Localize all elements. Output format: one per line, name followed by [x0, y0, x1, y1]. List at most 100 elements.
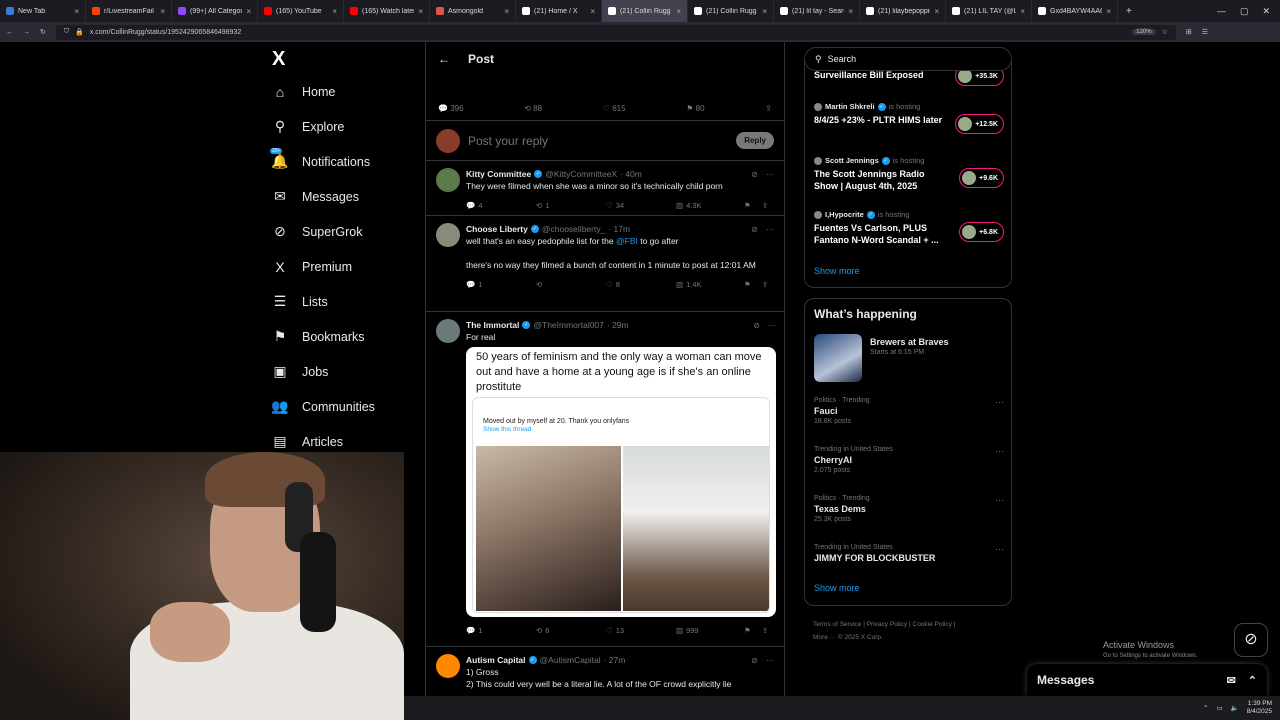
- browser-tab[interactable]: (21) Collin Rugg on X ×: [688, 0, 774, 22]
- avatar[interactable]: [436, 654, 460, 678]
- back-icon[interactable]: ←: [6, 29, 13, 36]
- close-tab-icon[interactable]: ×: [332, 7, 337, 16]
- browser-tab[interactable]: (21) Home / X ×: [516, 0, 602, 22]
- nav-item-jobs[interactable]: ▣ Jobs: [270, 354, 420, 389]
- trend-item[interactable]: Trending in United States CherryAI 2,075 p…: [814, 446, 1004, 474]
- nav-item-bookmarks[interactable]: ⚑ Bookmarks: [270, 319, 420, 354]
- grok-icon[interactable]: ⊘: [751, 170, 758, 179]
- forward-icon[interactable]: →: [23, 29, 30, 36]
- nav-item-explore[interactable]: ⚲ Explore: [270, 109, 420, 144]
- avatar[interactable]: [436, 223, 460, 247]
- share-icon[interactable]: ⇪: [765, 104, 772, 113]
- mention-link[interactable]: @FBI: [616, 236, 638, 246]
- browser-tab[interactable]: (165) YouTube ×: [258, 0, 344, 22]
- bookmark-icon[interactable]: ⚑: [744, 280, 762, 289]
- avatar[interactable]: [436, 168, 460, 192]
- extensions-icon[interactable]: ⊞: [1186, 28, 1192, 36]
- expand-icon[interactable]: ⌃: [1248, 674, 1257, 687]
- nav-item-notifications[interactable]: 🔔 Notifications 20+: [270, 144, 420, 179]
- avatar[interactable]: [436, 319, 460, 343]
- back-arrow-icon[interactable]: ←: [438, 52, 450, 66]
- grok-icon[interactable]: ⊘: [753, 321, 760, 330]
- show-more-link[interactable]: Show more: [814, 583, 860, 593]
- grok-icon[interactable]: ⊘: [751, 225, 758, 234]
- like-count[interactable]: ♡ 615: [603, 104, 626, 113]
- bookmark-count[interactable]: ⚑ 80: [686, 104, 704, 113]
- nav-item-premium[interactable]: X Premium: [270, 249, 420, 284]
- live-space-item[interactable]: Martin Shkreli ✓ is hosting 8/4/25 +23% - P…: [814, 102, 1004, 134]
- reply-count[interactable]: 💬 396: [438, 104, 464, 113]
- more-icon[interactable]: ···: [995, 446, 1004, 456]
- trend-item[interactable]: Politics · Trending Fauci 18.8K posts ···: [814, 397, 1004, 425]
- views-action[interactable]: ▥ 999: [676, 626, 744, 635]
- reply-button[interactable]: Reply: [736, 132, 774, 149]
- messages-drawer[interactable]: Messages ✉ ⌃: [1027, 664, 1267, 696]
- bookmark-icon[interactable]: ⚑: [744, 626, 762, 635]
- author-name[interactable]: Autism Capital: [466, 655, 526, 665]
- new-tab-icon[interactable]: +: [1118, 6, 1140, 17]
- nav-item-supergrok[interactable]: ⊘ SuperGrok: [270, 214, 420, 249]
- reply-tweet[interactable]: The Immortal ✓ @TheImmortal007 · 29m ⊘ ··…: [426, 312, 784, 647]
- repost-action[interactable]: ⟲ 1: [536, 201, 606, 210]
- nav-item-communities[interactable]: 👥 Communities: [270, 389, 420, 424]
- trend-item[interactable]: Politics · Trending Texas Dems 25.3K posts…: [814, 495, 1004, 523]
- more-icon[interactable]: ···: [768, 321, 776, 330]
- privacy-link[interactable]: Privacy Policy: [867, 621, 907, 628]
- close-icon[interactable]: ✕: [1262, 6, 1270, 17]
- browser-tab[interactable]: (21) lil tay - Search / X ×: [774, 0, 860, 22]
- close-tab-icon[interactable]: ×: [504, 7, 509, 16]
- reload-icon[interactable]: ↻: [40, 28, 46, 36]
- reply-action[interactable]: 💬 1: [466, 280, 536, 289]
- maximize-icon[interactable]: ▢: [1240, 6, 1249, 17]
- views-action[interactable]: ▥ 1.4K: [676, 280, 744, 289]
- author-handle[interactable]: @AutismCapital: [540, 655, 601, 665]
- share-icon[interactable]: ⇪: [762, 201, 768, 210]
- repost-action[interactable]: ⟲ 6: [536, 626, 606, 635]
- bookmark-icon[interactable]: ⚑: [744, 201, 762, 210]
- author-name[interactable]: Choose Liberty: [466, 224, 528, 234]
- nav-item-messages[interactable]: ✉ Messages: [270, 179, 420, 214]
- close-tab-icon[interactable]: ×: [160, 7, 165, 16]
- browser-tab[interactable]: (21) LIL TAY (@LilTayt ×: [946, 0, 1032, 22]
- like-action[interactable]: ♡ 8: [606, 280, 676, 289]
- nav-item-home[interactable]: ⌂ Home: [270, 74, 420, 109]
- like-action[interactable]: ♡ 13: [606, 626, 676, 635]
- browser-tab[interactable]: (21) lilaybepoppin - S×: [860, 0, 946, 22]
- views-action[interactable]: ▥ 4.3K: [676, 201, 744, 210]
- close-tab-icon[interactable]: ×: [246, 7, 251, 16]
- close-tab-icon[interactable]: ×: [676, 7, 681, 16]
- live-space-item[interactable]: Scott Jennings ✓ is hosting The Scott Jenni…: [814, 156, 1004, 192]
- author-handle[interactable]: @chooseliberty_: [542, 224, 605, 234]
- author-handle[interactable]: @TheImmortal007: [533, 320, 604, 330]
- author-handle[interactable]: @KittyCommitteeX: [545, 169, 617, 179]
- repost-action[interactable]: ⟲: [536, 280, 606, 289]
- reply-action[interactable]: 💬 1: [466, 626, 536, 635]
- reply-input[interactable]: Post your reply: [468, 134, 728, 148]
- browser-tab[interactable]: (21) Collin Rugg on X ×: [602, 0, 688, 22]
- star-icon[interactable]: ☆: [1162, 28, 1168, 36]
- share-icon[interactable]: ⇪: [762, 626, 768, 635]
- browser-tab[interactable]: (99+) All Categories -×: [172, 0, 258, 22]
- like-action[interactable]: ♡ 34: [606, 201, 676, 210]
- timestamp[interactable]: · 40m: [620, 169, 642, 179]
- more-icon[interactable]: ···: [766, 656, 774, 665]
- reply-tweet[interactable]: Choose Liberty ✓ @chooseliberty_ · 17m ⊘…: [426, 216, 784, 312]
- more-icon[interactable]: ···: [995, 495, 1004, 505]
- volume-icon[interactable]: 🔈: [1231, 704, 1239, 712]
- trend-item[interactable]: Trending in United States JIMMY FOR BLOCK…: [814, 544, 1004, 563]
- browser-tab[interactable]: r/LivestreamFail ×: [86, 0, 172, 22]
- x-logo[interactable]: X: [272, 48, 420, 74]
- close-tab-icon[interactable]: ×: [1106, 7, 1111, 16]
- cookie-link[interactable]: Cookie Policy: [913, 621, 952, 628]
- show-more-link[interactable]: Show more: [814, 266, 860, 276]
- share-icon[interactable]: ⇪: [762, 280, 768, 289]
- grok-icon[interactable]: ⊘: [751, 656, 758, 665]
- search-input[interactable]: ⚲ Search: [804, 47, 1012, 71]
- network-icon[interactable]: ▭: [1216, 704, 1222, 712]
- more-link[interactable]: More ···: [813, 634, 836, 641]
- repost-count[interactable]: ⟲ 88: [524, 104, 542, 113]
- close-tab-icon[interactable]: ×: [934, 7, 939, 16]
- more-icon[interactable]: ···: [766, 170, 774, 179]
- reply-tweet[interactable]: Kitty Committee ✓ @KittyCommitteeX · 40m…: [426, 161, 784, 216]
- menu-icon[interactable]: ☰: [1202, 28, 1208, 36]
